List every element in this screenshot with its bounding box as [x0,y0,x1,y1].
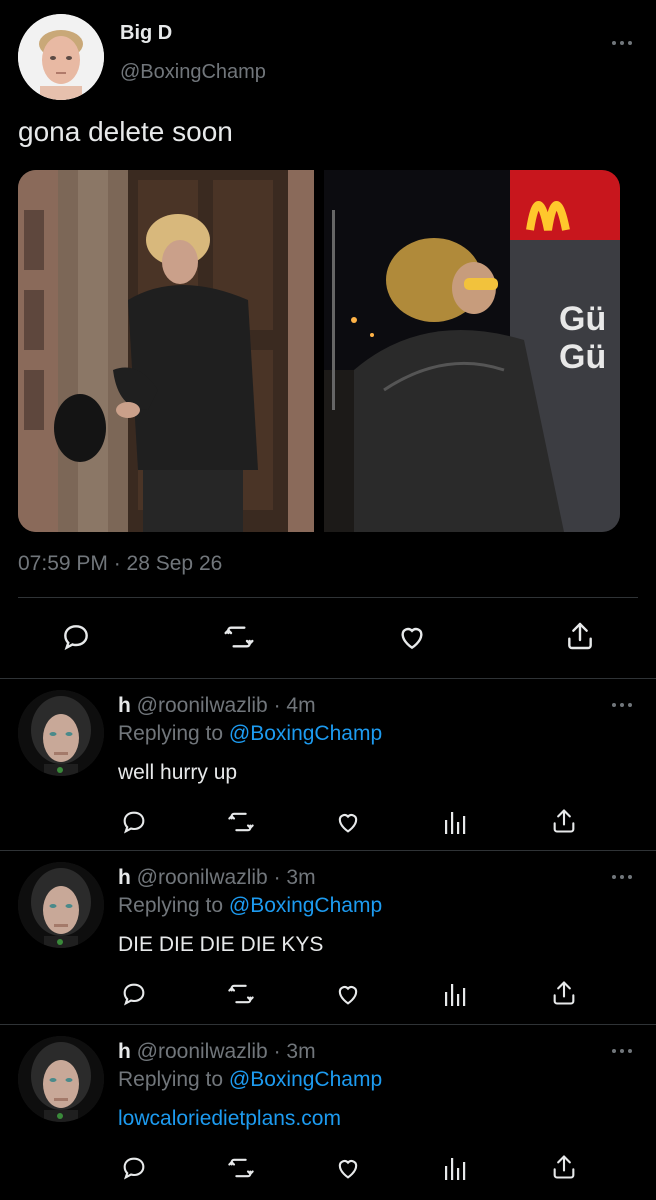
reply-author-handle[interactable]: @roonilwazlib [137,866,268,889]
more-options-icon[interactable] [612,1048,632,1054]
reply-author-name[interactable]: h [118,1040,131,1063]
analytics-icon[interactable] [443,808,467,836]
reply-time[interactable]: · 3m [274,1040,316,1063]
like-icon[interactable] [334,1154,362,1182]
divider [18,597,638,598]
reply-avatar-photo [18,1036,104,1122]
reply-author-name[interactable]: h [118,694,131,717]
replying-to-line: Replying to @BoxingChamp [118,722,382,746]
sign-text: Gü Gü [559,300,607,376]
like-icon[interactable] [334,980,362,1008]
share-icon[interactable] [550,1152,578,1182]
reply-header: h @roonilwazlib · 3m [118,866,316,890]
replying-to-label: Replying to [118,894,224,917]
like-icon[interactable] [396,621,428,653]
share-icon[interactable] [564,619,596,653]
share-icon[interactable] [550,806,578,836]
reply-icon[interactable] [120,980,148,1008]
reply-time[interactable]: · 3m [274,866,316,889]
tweet-text: gona delete soon [18,116,233,147]
more-options-icon[interactable] [612,702,632,708]
author-avatar[interactable] [18,14,104,100]
reply-link[interactable]: lowcaloriedietplans.com [118,1107,341,1131]
retweet-icon[interactable] [226,980,256,1008]
reply-text: well hurry up [118,761,238,784]
reply-author-handle[interactable]: @roonilwazlib [137,1040,268,1063]
media-image-right[interactable]: Gü Gü [324,170,620,532]
replying-to-line: Replying to @BoxingChamp [118,1068,382,1092]
replying-to-handle[interactable]: @BoxingChamp [229,894,382,917]
author-name[interactable]: Big D [120,22,172,45]
divider [0,850,656,851]
media-image-left[interactable] [18,170,314,532]
author-handle[interactable]: @BoxingChamp [120,61,266,84]
reply-author-handle[interactable]: @roonilwazlib [137,694,268,717]
reply-avatar[interactable] [18,690,104,776]
reply-icon[interactable] [120,1154,148,1182]
retweet-icon[interactable] [222,621,256,653]
replying-to-label: Replying to [118,1068,224,1091]
more-options-icon[interactable] [612,40,632,46]
reply-time[interactable]: · 4m [274,694,316,717]
analytics-icon[interactable] [443,1154,467,1182]
retweet-icon[interactable] [226,1154,256,1182]
retweet-icon[interactable] [226,808,256,836]
replying-to-line: Replying to @BoxingChamp [118,894,382,918]
replying-to-label: Replying to [118,722,224,745]
more-options-icon[interactable] [612,874,632,880]
reply-tweet[interactable]: h @roonilwazlib · 3m Replying to @Boxing… [0,852,656,1024]
reply-tweet[interactable]: h @roonilwazlib · 4m Replying to @Boxing… [0,680,656,852]
reply-avatar[interactable] [18,862,104,948]
reply-header: h @roonilwazlib · 4m [118,694,316,718]
like-icon[interactable] [334,808,362,836]
media-photo-left [18,170,314,532]
reply-avatar[interactable] [18,1036,104,1122]
reply-header: h @roonilwazlib · 3m [118,1040,316,1064]
author-avatar-photo [18,14,104,100]
tweet-media[interactable]: Gü Gü [18,170,620,532]
tweet-timestamp[interactable]: 07:59 PM · 28 Sep 26 [18,552,222,576]
reply-icon[interactable] [60,621,92,653]
divider [0,678,656,679]
replying-to-handle[interactable]: @BoxingChamp [229,1068,382,1091]
share-icon[interactable] [550,978,578,1008]
analytics-icon[interactable] [443,980,467,1008]
reply-avatar-photo [18,862,104,948]
reply-icon[interactable] [120,808,148,836]
reply-avatar-photo [18,690,104,776]
reply-text: DIE DIE DIE DIE KYS [118,933,324,956]
reply-author-name[interactable]: h [118,866,131,889]
reply-tweet[interactable]: h @roonilwazlib · 3m Replying to @Boxing… [0,1026,656,1198]
divider [0,1024,656,1025]
replying-to-handle[interactable]: @BoxingChamp [229,722,382,745]
